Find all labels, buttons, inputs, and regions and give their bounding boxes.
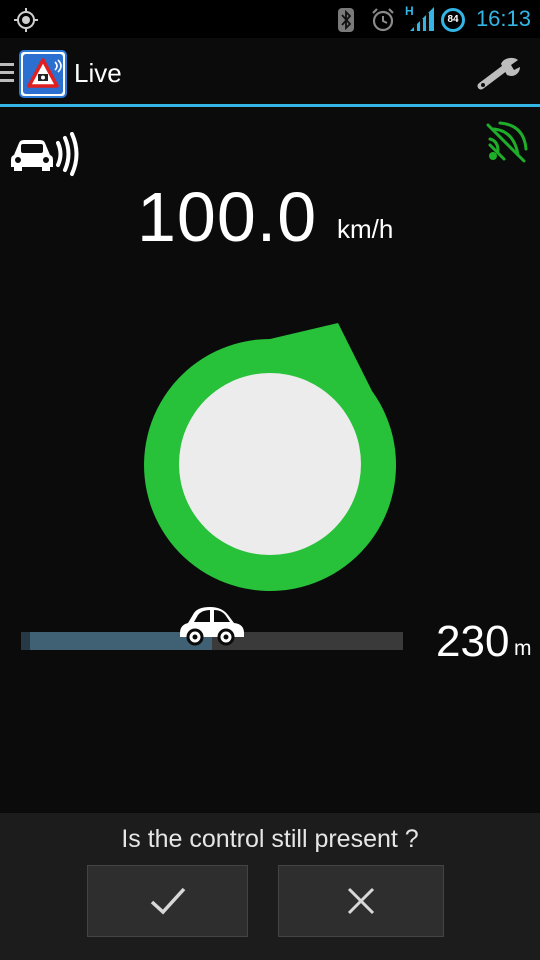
settings-wrench-icon[interactable] bbox=[475, 56, 521, 92]
control-indicator bbox=[144, 323, 397, 591]
battery-icon: 84 bbox=[441, 8, 465, 32]
app-logo-icon[interactable] bbox=[19, 50, 67, 98]
confirmation-panel: Is the control still present ? bbox=[0, 813, 540, 960]
status-bar: H 84 16:13 bbox=[0, 0, 540, 38]
live-panel: 100.0 km/h 230 m bbox=[0, 107, 540, 813]
speed-value: 100.0 bbox=[137, 178, 318, 256]
indicator-center bbox=[179, 373, 361, 555]
battery-level: 84 bbox=[447, 14, 459, 25]
confirm-button[interactable] bbox=[87, 865, 248, 937]
close-icon bbox=[347, 887, 375, 915]
car-position-icon bbox=[180, 607, 244, 646]
check-icon bbox=[150, 887, 185, 915]
distance-value: 230 bbox=[436, 617, 510, 666]
distance-unit: m bbox=[514, 637, 532, 660]
page-title: Live bbox=[74, 58, 122, 88]
speed-unit: km/h bbox=[337, 214, 394, 244]
action-bar: Live bbox=[0, 38, 540, 107]
bluetooth-icon bbox=[338, 8, 354, 32]
clock: 16:13 bbox=[475, 6, 531, 31]
gps-signal-icon bbox=[486, 121, 528, 163]
reject-button[interactable] bbox=[278, 865, 444, 937]
alarm-icon bbox=[372, 8, 394, 32]
signal-icon bbox=[410, 7, 434, 31]
gps-icon bbox=[14, 8, 38, 32]
car-broadcast-icon bbox=[11, 132, 79, 176]
menu-icon[interactable] bbox=[0, 62, 14, 84]
confirmation-question: Is the control still present ? bbox=[121, 825, 419, 853]
